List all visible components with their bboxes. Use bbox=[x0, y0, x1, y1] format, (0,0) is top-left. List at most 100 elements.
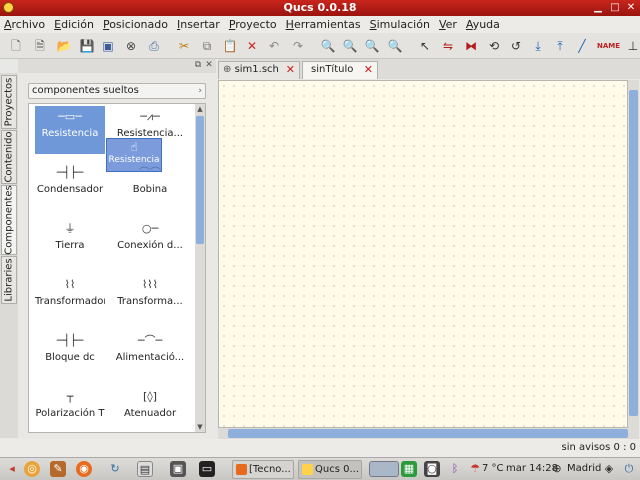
globe-icon[interactable]: ⊕ bbox=[549, 461, 565, 477]
tab-sintitulo[interactable]: sinTítulo ✕ bbox=[302, 61, 378, 79]
terminal-icon[interactable]: ▭ bbox=[199, 461, 215, 477]
menu-archivo[interactable]: Archivo bbox=[4, 18, 45, 31]
scroll-up-icon[interactable]: ▲ bbox=[195, 104, 205, 114]
dock-titlebar: ⧉ ✕ bbox=[18, 59, 216, 73]
weather-icon[interactable]: ☂ bbox=[467, 461, 483, 477]
scrollbar-thumb[interactable] bbox=[629, 90, 638, 416]
open-folder-icon[interactable]: 📂 bbox=[56, 38, 72, 54]
tab-componentes[interactable]: Componentes bbox=[1, 185, 17, 255]
menu-posicionado[interactable]: Posicionado bbox=[103, 18, 168, 31]
menu-proyecto[interactable]: Proyecto bbox=[229, 18, 277, 31]
scroll-down-icon[interactable]: ▼ bbox=[195, 422, 205, 432]
enter-subcircuit-icon[interactable]: ⤓ bbox=[530, 38, 546, 54]
tab-contenido[interactable]: Contenido bbox=[1, 130, 17, 184]
rotate-icon[interactable]: ⟲ bbox=[486, 38, 502, 54]
rotate-mirror-icon[interactable]: ⧓ bbox=[463, 38, 479, 54]
select-pointer-icon[interactable]: ↖ bbox=[417, 38, 433, 54]
weather-temperature: 7 °C bbox=[482, 463, 504, 474]
task-qucs[interactable]: Qucs 0... bbox=[298, 460, 362, 479]
component-item[interactable]: ─┤├─ Bloque dc bbox=[35, 330, 105, 378]
title-bar: Qucs 0.0.18 ▁ □ ✕ bbox=[0, 0, 640, 16]
undo-icon[interactable]: ↶ bbox=[266, 38, 282, 54]
menu-insertar[interactable]: Insertar bbox=[177, 18, 220, 31]
component-item[interactable]: ─▭─ Resistencia bbox=[35, 106, 105, 154]
status-bar: sin avisos 0 : 0 bbox=[0, 439, 640, 457]
network-icon[interactable]: ◈ bbox=[601, 461, 617, 477]
main-toolbar: 🗋 🗎 📂 💾 ▣ ⊗ ⎙ ✂ ⧉ 📋 ✕ ↶ ↷ 🔍 🔍 🔍 🔍 ↖ ⇋ ⧓ … bbox=[0, 33, 640, 59]
tab-libraries[interactable]: Libraries bbox=[1, 256, 17, 304]
maximize-button[interactable]: □ bbox=[609, 2, 621, 14]
component-list-scrollbar[interactable]: ▲ ▼ bbox=[195, 104, 205, 432]
close-tab-icon[interactable]: ✕ bbox=[364, 62, 373, 78]
component-item[interactable]: ─⌒─ Alimentació... bbox=[115, 330, 185, 378]
resistor-icon: ─▭─ bbox=[58, 110, 82, 123]
close-button[interactable]: ✕ bbox=[625, 2, 637, 14]
canvas-vertical-scrollbar[interactable] bbox=[628, 80, 639, 428]
save-all-icon[interactable]: ▣ bbox=[100, 38, 116, 54]
system-monitor-icon[interactable]: ▦ bbox=[401, 461, 417, 477]
minimize-button[interactable]: ▁ bbox=[592, 2, 604, 14]
screenshot-icon[interactable]: ▣ bbox=[170, 461, 186, 477]
component-item[interactable]: ─┤├─ Condensador bbox=[35, 162, 105, 210]
save-icon[interactable]: 💾 bbox=[79, 38, 95, 54]
notes-icon[interactable]: ▤ bbox=[137, 461, 153, 477]
component-category-select[interactable]: componentes sueltos › bbox=[28, 83, 206, 99]
component-item[interactable]: ○─ Conexión d... bbox=[115, 218, 185, 266]
new-document-icon[interactable]: 🗋 bbox=[8, 38, 24, 54]
attenuator-icon: [◊] bbox=[142, 390, 158, 403]
component-item[interactable]: ┬ Polarización T bbox=[35, 386, 105, 432]
zoom-out-icon[interactable]: 🔍 bbox=[364, 38, 380, 54]
menu-ver[interactable]: Ver bbox=[439, 18, 457, 31]
zoom-fit-icon[interactable]: 🔍 bbox=[387, 38, 403, 54]
component-item[interactable]: [◊] Atenuador bbox=[115, 386, 185, 432]
location-label[interactable]: Madrid bbox=[567, 463, 601, 474]
menu-herramientas[interactable]: Herramientas bbox=[286, 18, 361, 31]
print-icon[interactable]: ⎙ bbox=[146, 38, 162, 54]
bluetooth-icon[interactable]: ᛒ bbox=[447, 461, 463, 477]
menu-ayuda[interactable]: Ayuda bbox=[466, 18, 500, 31]
tab-proyectos[interactable]: Proyectos bbox=[1, 75, 17, 129]
port-icon: ○─ bbox=[141, 222, 159, 235]
menu-edicion[interactable]: Edición bbox=[54, 18, 94, 31]
paste-icon[interactable]: 📋 bbox=[222, 38, 238, 54]
component-category-value: componentes sueltos bbox=[32, 85, 139, 96]
wire-label-icon[interactable]: NAME bbox=[597, 38, 620, 54]
ubuntu-logo-icon[interactable]: ◎ bbox=[24, 461, 40, 477]
chevron-right-icon: › bbox=[198, 86, 202, 96]
canvas-horizontal-scrollbar[interactable] bbox=[218, 428, 639, 439]
resistor-us-icon: ─⩘─ bbox=[140, 110, 160, 123]
task-tecno[interactable]: [Tecno... bbox=[232, 460, 294, 479]
component-item[interactable]: ⌇⌇⌇ Transforma... bbox=[115, 274, 185, 322]
new-text-icon[interactable]: 🗎 bbox=[32, 38, 48, 54]
zoom-in-icon[interactable]: 🔍 bbox=[342, 38, 358, 54]
component-item[interactable]: ⏚ Tierra bbox=[35, 218, 105, 266]
zoom-area-icon[interactable]: 🔍 bbox=[320, 38, 336, 54]
scrollbar-thumb[interactable] bbox=[228, 429, 628, 438]
insert-ground-icon[interactable]: ⊥ bbox=[625, 38, 640, 54]
menu-simulacion[interactable]: Simulación bbox=[370, 18, 430, 31]
power-icon[interactable]: ⏻ bbox=[621, 461, 637, 477]
cut-icon[interactable]: ✂ bbox=[176, 38, 192, 54]
close-document-icon[interactable]: ⊗ bbox=[123, 38, 139, 54]
delete-icon[interactable]: ✕ bbox=[244, 38, 260, 54]
tab-sim1[interactable]: ⊕ sim1.sch ✕ bbox=[218, 61, 300, 79]
firefox-icon bbox=[236, 464, 247, 475]
exit-subcircuit-icon[interactable]: ⤒ bbox=[552, 38, 568, 54]
scrollbar-thumb[interactable] bbox=[196, 116, 204, 244]
menu-arrow-icon[interactable]: ◂ bbox=[4, 461, 20, 477]
file-manager-icon[interactable]: ✎ bbox=[50, 461, 66, 477]
component-item[interactable]: ⌇⌇ Transformador bbox=[35, 274, 105, 322]
close-tab-icon[interactable]: ✕ bbox=[286, 62, 295, 78]
redo-icon[interactable]: ↷ bbox=[290, 38, 306, 54]
wire-icon[interactable]: ╱ bbox=[574, 38, 590, 54]
firefox-icon[interactable]: ◉ bbox=[76, 461, 92, 477]
workspace-switcher[interactable] bbox=[369, 461, 399, 477]
copy-icon[interactable]: ⧉ bbox=[199, 38, 215, 54]
rotate-ccw-icon[interactable]: ↺ bbox=[508, 38, 524, 54]
dock-close-icon[interactable]: ✕ bbox=[204, 60, 214, 70]
screen-icon[interactable]: ◙ bbox=[424, 461, 440, 477]
mirror-icon[interactable]: ⇋ bbox=[440, 38, 456, 54]
schematic-canvas[interactable] bbox=[218, 80, 628, 428]
dock-float-icon[interactable]: ⧉ bbox=[193, 60, 203, 70]
browser-icon[interactable]: ↻ bbox=[107, 461, 123, 477]
